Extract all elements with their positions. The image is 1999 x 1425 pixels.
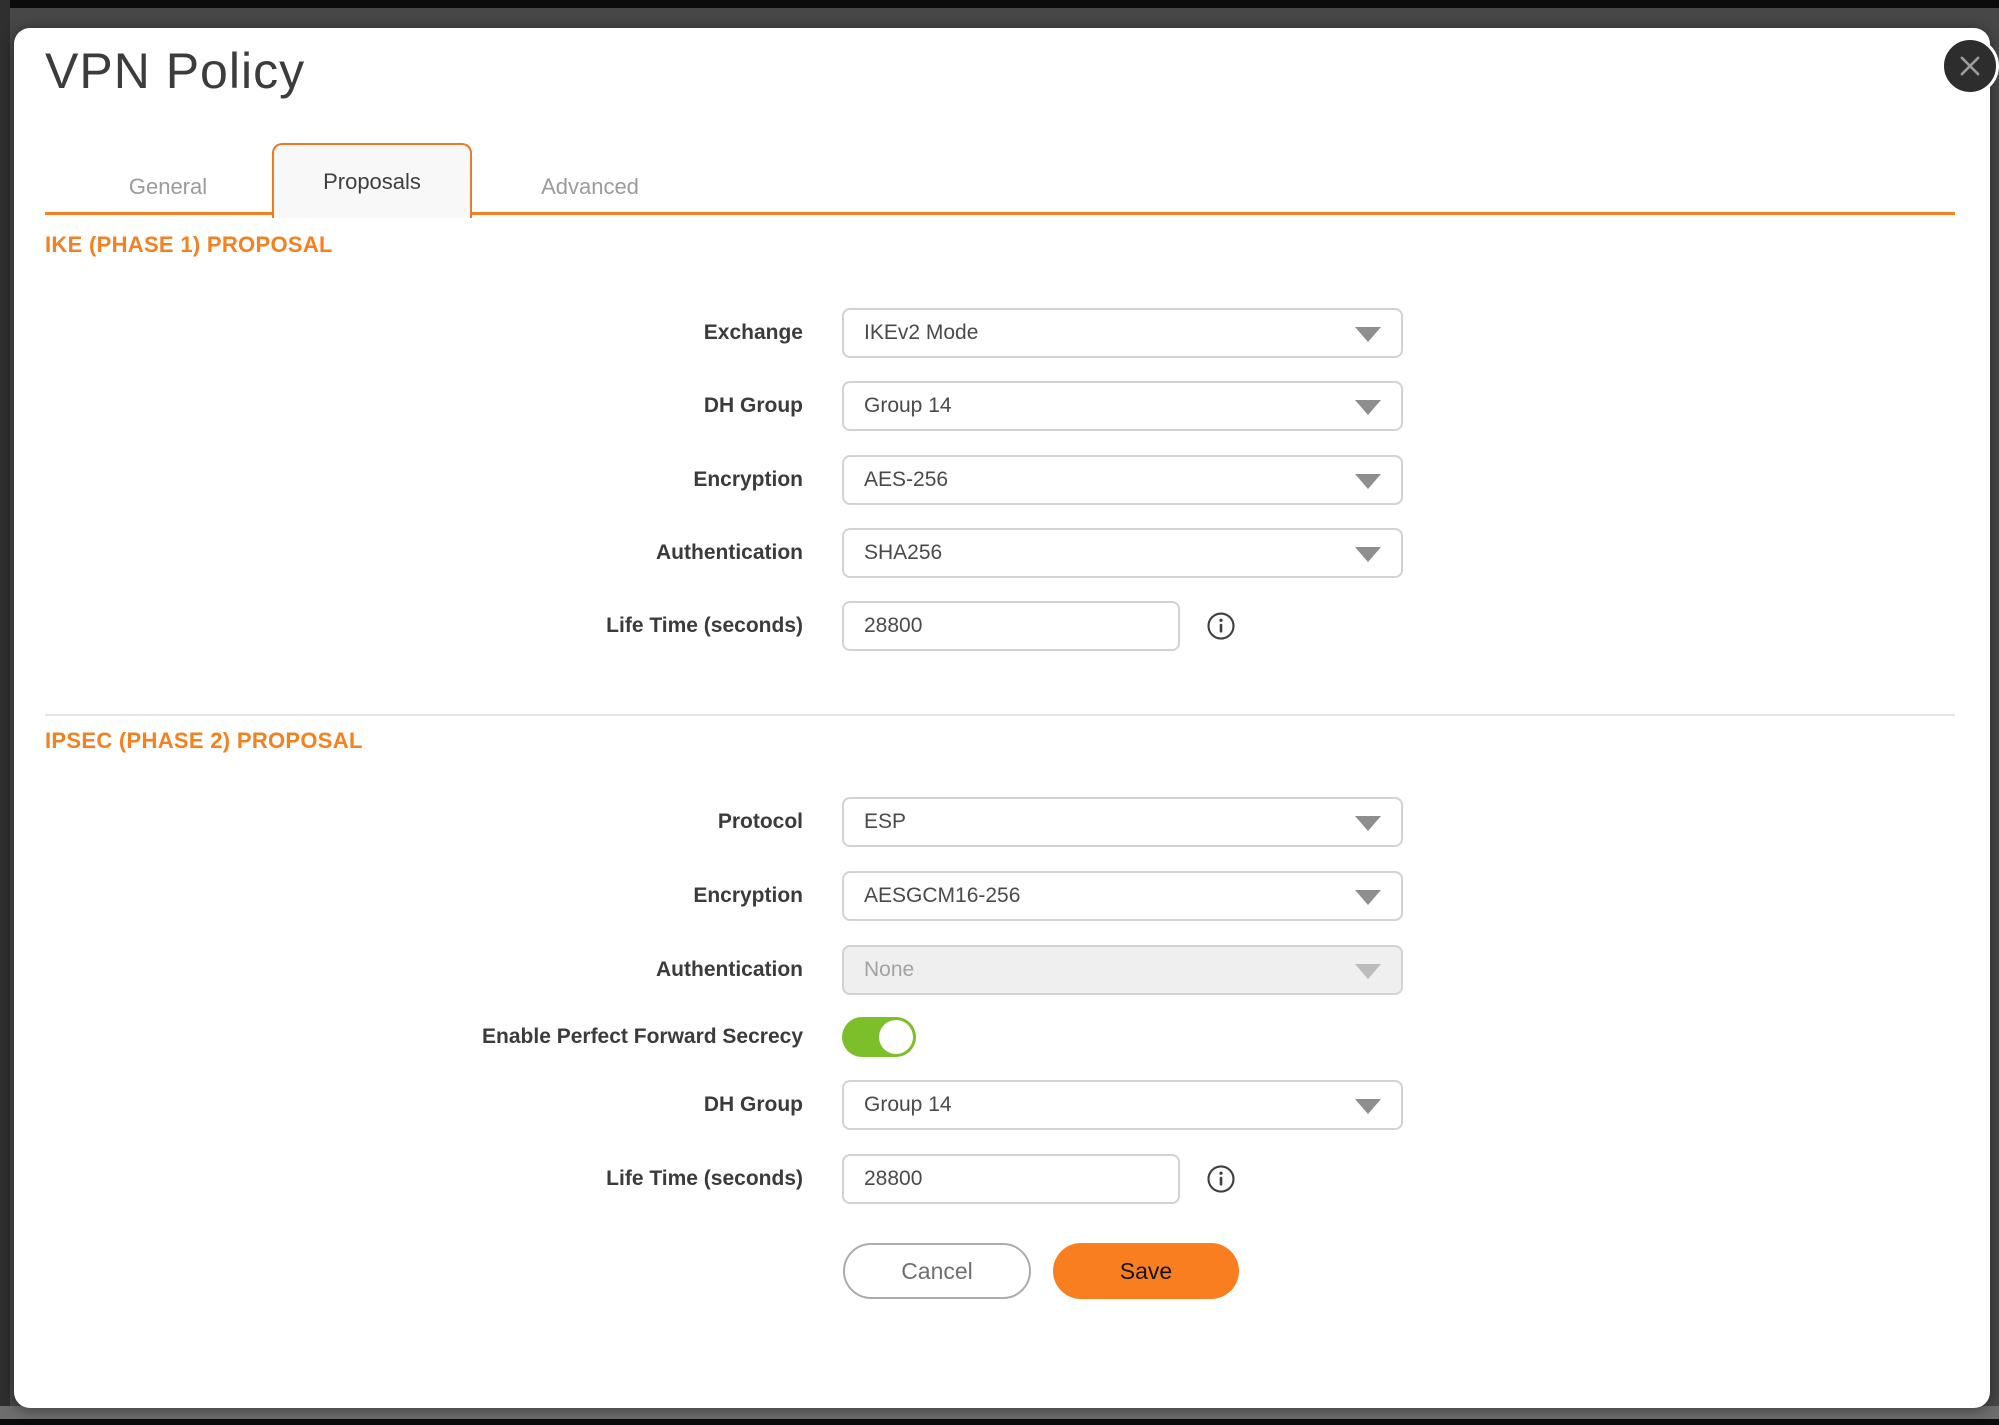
dh-group-p2-select-value: Group 14 — [844, 1093, 952, 1117]
dropdown-arrow-icon — [1355, 327, 1381, 342]
authentication-p1-select[interactable]: SHA256 — [842, 528, 1403, 578]
authentication-p1-label: Authentication — [373, 541, 803, 565]
dropdown-arrow-icon — [1355, 964, 1381, 979]
vpn-policy-dialog: VPN Policy General Proposals Advanced IK… — [14, 28, 1990, 1408]
info-icon[interactable] — [1206, 1164, 1236, 1194]
lifetime-p1-label: Life Time (seconds) — [373, 614, 803, 638]
dh-group-p2-label: DH Group — [373, 1093, 803, 1117]
dh-group-p1-select[interactable]: Group 14 — [842, 381, 1403, 431]
dh-group-p2-select[interactable]: Group 14 — [842, 1080, 1403, 1130]
encryption-p2-select-value: AESGCM16-256 — [844, 884, 1020, 908]
dh-group-p1-select-value: Group 14 — [844, 394, 952, 418]
dropdown-arrow-icon — [1355, 474, 1381, 489]
dh-group-p1-label: DH Group — [373, 394, 803, 418]
dropdown-arrow-icon — [1355, 400, 1381, 415]
lifetime-p2-label: Life Time (seconds) — [373, 1167, 803, 1191]
close-icon — [1956, 52, 1984, 80]
field-row-dh-group-p1: DH Group Group 14 — [373, 381, 1403, 431]
authentication-p2-select-value: None — [844, 958, 914, 982]
encryption-p2-label: Encryption — [373, 884, 803, 908]
field-row-dh-group-p2: DH Group Group 14 — [373, 1080, 1403, 1130]
encryption-p2-select[interactable]: AESGCM16-256 — [842, 871, 1403, 921]
authentication-p2-select-disabled: None — [842, 945, 1403, 995]
field-row-authentication-p2: Authentication None — [373, 945, 1403, 995]
tab-advanced[interactable]: Advanced — [515, 167, 665, 207]
protocol-label: Protocol — [373, 810, 803, 834]
field-row-encryption-p2: Encryption AESGCM16-256 — [373, 871, 1403, 921]
field-row-pfs: Enable Perfect Forward Secrecy — [373, 1017, 916, 1057]
backdrop-top-edge — [0, 0, 1999, 8]
exchange-select-value: IKEv2 Mode — [844, 321, 978, 345]
dropdown-arrow-icon — [1355, 547, 1381, 562]
pfs-toggle-knob — [879, 1020, 913, 1054]
pfs-label: Enable Perfect Forward Secrecy — [373, 1025, 803, 1049]
field-row-exchange: Exchange IKEv2 Mode — [373, 308, 1403, 358]
tab-proposals[interactable]: Proposals — [272, 143, 472, 218]
authentication-p2-label: Authentication — [373, 958, 803, 982]
tab-general[interactable]: General — [93, 167, 243, 207]
lifetime-p2-input[interactable] — [842, 1154, 1180, 1204]
dropdown-arrow-icon — [1355, 890, 1381, 905]
save-button[interactable]: Save — [1053, 1243, 1239, 1299]
exchange-label: Exchange — [373, 321, 803, 345]
pfs-toggle[interactable] — [842, 1017, 916, 1057]
encryption-p1-label: Encryption — [373, 468, 803, 492]
field-row-protocol: Protocol ESP — [373, 797, 1403, 847]
section-heading-ipsec-phase2: IPSEC (PHASE 2) PROPOSAL — [45, 728, 363, 754]
field-row-authentication-p1: Authentication SHA256 — [373, 528, 1403, 578]
exchange-select[interactable]: IKEv2 Mode — [842, 308, 1403, 358]
field-row-lifetime-p2: Life Time (seconds) — [373, 1154, 1236, 1204]
encryption-p1-select[interactable]: AES-256 — [842, 455, 1403, 505]
page-title: VPN Policy — [45, 42, 305, 100]
screen: VPN Policy General Proposals Advanced IK… — [0, 0, 1999, 1425]
backdrop-bottom-edge — [0, 1419, 1999, 1425]
protocol-select-value: ESP — [844, 810, 906, 834]
lifetime-p1-input[interactable] — [842, 601, 1180, 651]
authentication-p1-select-value: SHA256 — [844, 541, 942, 565]
protocol-select[interactable]: ESP — [842, 797, 1403, 847]
dropdown-arrow-icon — [1355, 816, 1381, 831]
encryption-p1-select-value: AES-256 — [844, 468, 948, 492]
cancel-button[interactable]: Cancel — [843, 1243, 1031, 1299]
backdrop-left-edge — [0, 0, 10, 1425]
field-row-lifetime-p1: Life Time (seconds) — [373, 601, 1236, 651]
section-divider — [45, 714, 1955, 716]
dropdown-arrow-icon — [1355, 1099, 1381, 1114]
close-button[interactable] — [1941, 37, 1999, 95]
field-row-encryption-p1: Encryption AES-256 — [373, 455, 1403, 505]
info-icon[interactable] — [1206, 611, 1236, 641]
section-heading-ike-phase1: IKE (PHASE 1) PROPOSAL — [45, 232, 333, 258]
